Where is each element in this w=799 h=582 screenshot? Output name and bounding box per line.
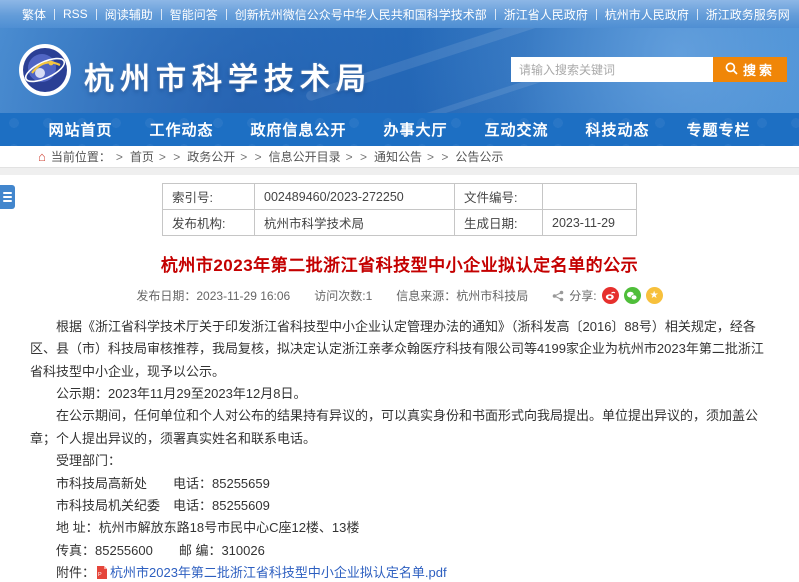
search-button-label: 搜索	[743, 60, 775, 79]
nav-service-hall[interactable]: 办事大厅	[383, 119, 447, 140]
share-icon	[552, 290, 564, 302]
gen-date-label: 生成日期:	[455, 210, 543, 236]
divider	[54, 9, 55, 20]
divider	[495, 9, 496, 20]
publisher-label: 发布机构:	[163, 210, 255, 236]
file-number-label: 文件编号:	[455, 184, 543, 210]
nav-gov-info-disclosure[interactable]: 政府信息公开	[250, 119, 346, 140]
topbar-left-links: 繁体 RSS 阅读辅助 智能问答 创新杭州微信公众号	[22, 6, 343, 23]
paragraph-publicity-period: 公示期：2023年11月29至2023年12月8日。	[30, 383, 769, 405]
line-attachment: 附件：P 杭州市2023年第二批浙江省科技型中小企业拟认定名单.pdf	[30, 562, 769, 582]
search-input[interactable]	[511, 57, 713, 82]
crumb-info-catalog[interactable]: 信息公开目录	[269, 148, 341, 165]
menu-lines-icon	[3, 192, 12, 194]
attachment-label: 附件：	[56, 565, 95, 580]
breadcrumb-separator: > >	[427, 150, 450, 164]
breadcrumb-separator: > >	[159, 150, 182, 164]
line-accepting-dept: 受理部门：	[30, 450, 769, 472]
visit-count: 访问次数:1	[314, 287, 372, 304]
link-wechat-official[interactable]: 创新杭州微信公众号	[235, 6, 343, 23]
qzone-share-icon[interactable]: ★	[646, 287, 663, 304]
site-title: 杭州市科学技术局	[84, 54, 372, 98]
index-number-value: 002489460/2023-272250	[255, 184, 455, 210]
share-label: 分享:	[569, 287, 596, 304]
section-divider	[0, 167, 799, 175]
line-fax-zip: 传真：85255600 邮 编：310026	[30, 540, 769, 562]
search-bar: 搜索	[511, 57, 787, 82]
table-row: 索引号: 002489460/2023-272250 文件编号:	[163, 184, 637, 210]
nav-work-news[interactable]: 工作动态	[149, 119, 213, 140]
link-zhejiang-service-net[interactable]: 浙江政务服务网	[706, 6, 790, 23]
breadcrumb-separator: >	[116, 150, 125, 164]
file-number-value	[543, 184, 637, 210]
table-row: 发布机构: 杭州市科学技术局 生成日期: 2023-11-29	[163, 210, 637, 236]
search-icon	[725, 62, 738, 78]
header-banner: 杭州市科学技术局 搜索	[0, 28, 799, 113]
crumb-announcements[interactable]: 公告公示	[455, 148, 503, 165]
article-body: 根据《浙江省科学技术厅关于印发浙江省科技型中小企业认定管理办法的通知》（浙科发高…	[30, 316, 769, 582]
link-reading-aid[interactable]: 阅读辅助	[105, 6, 153, 23]
home-icon: ⌂	[38, 150, 46, 163]
page-title: 杭州市2023年第二批浙江省科技型中小企业拟认定名单的公示	[30, 251, 769, 276]
paragraph-basis: 根据《浙江省科学技术厅关于印发浙江省科技型中小企业认定管理办法的通知》（浙科发高…	[30, 316, 769, 383]
side-panel-tab[interactable]	[0, 185, 15, 209]
wechat-share-icon[interactable]	[624, 287, 641, 304]
publisher-value: 杭州市科学技术局	[255, 210, 455, 236]
agency-logo	[18, 43, 72, 97]
divider	[226, 9, 227, 20]
link-rss[interactable]: RSS	[63, 7, 88, 21]
link-zhejiang-gov[interactable]: 浙江省人民政府	[504, 6, 588, 23]
main-nav: 网站首页 工作动态 政府信息公开 办事大厅 互动交流 科技动态 专题专栏	[0, 113, 799, 146]
share-box: 分享: ★	[552, 287, 662, 304]
link-traditional-chinese[interactable]: 繁体	[22, 6, 46, 23]
divider	[697, 9, 698, 20]
publish-date: 发布日期：2023-11-29 16:06	[136, 287, 290, 304]
svg-text:P: P	[98, 572, 102, 578]
nav-special-columns[interactable]: 专题专栏	[686, 119, 750, 140]
breadcrumb-separator: > >	[346, 150, 369, 164]
divider	[96, 9, 97, 20]
search-button[interactable]: 搜索	[713, 57, 787, 82]
line-address: 地 址：杭州市解放东路18号市民中心C座12楼、13楼	[30, 517, 769, 539]
crumb-gov-disclosure[interactable]: 政务公开	[187, 148, 235, 165]
document-meta-table: 索引号: 002489460/2023-272250 文件编号: 发布机构: 杭…	[162, 183, 637, 236]
article-meta-row: 发布日期：2023-11-29 16:06 访问次数:1 信息来源：杭州市科技局…	[30, 287, 769, 313]
crumb-notices[interactable]: 通知公告	[374, 148, 422, 165]
top-utility-bar: 繁体 RSS 阅读辅助 智能问答 创新杭州微信公众号 中华人民共和国科学技术部 …	[0, 0, 799, 28]
weibo-share-icon[interactable]	[602, 287, 619, 304]
breadcrumb: ⌂ 当前位置： > 首页 > > 政务公开 > > 信息公开目录 > > 通知公…	[0, 146, 799, 167]
nav-home[interactable]: 网站首页	[48, 119, 112, 140]
info-source: 信息来源：杭州市科技局	[396, 287, 528, 304]
divider	[596, 9, 597, 20]
link-most-gov[interactable]: 中华人民共和国科学技术部	[343, 6, 487, 23]
line-discipline-office-phone: 市科技局机关纪委 电话：85255609	[30, 495, 769, 517]
divider	[161, 9, 162, 20]
crumb-home[interactable]: 首页	[130, 148, 154, 165]
paragraph-objection: 在公示期间，任何单位和个人对公布的结果持有异议的，可以真实身份和书面形式向我局提…	[30, 405, 769, 450]
pdf-icon: P	[96, 564, 108, 582]
article-content: 索引号: 002489460/2023-272250 文件编号: 发布机构: 杭…	[0, 175, 799, 582]
topbar-right-links: 中华人民共和国科学技术部 浙江省人民政府 杭州市人民政府 浙江政务服务网 用户中…	[343, 6, 799, 23]
breadcrumb-prefix: 当前位置：	[51, 148, 111, 165]
link-smart-qa[interactable]: 智能问答	[170, 6, 218, 23]
attachment-link[interactable]: 杭州市2023年第二批浙江省科技型中小企业拟认定名单.pdf	[110, 565, 447, 580]
index-number-label: 索引号:	[163, 184, 255, 210]
breadcrumb-separator: > >	[240, 150, 263, 164]
gen-date-value: 2023-11-29	[543, 210, 637, 236]
line-hightech-office-phone: 市科技局高新处 电话：85255659	[30, 473, 769, 495]
link-hangzhou-gov[interactable]: 杭州市人民政府	[605, 6, 689, 23]
nav-interaction[interactable]: 互动交流	[484, 119, 548, 140]
nav-tech-news[interactable]: 科技动态	[585, 119, 649, 140]
